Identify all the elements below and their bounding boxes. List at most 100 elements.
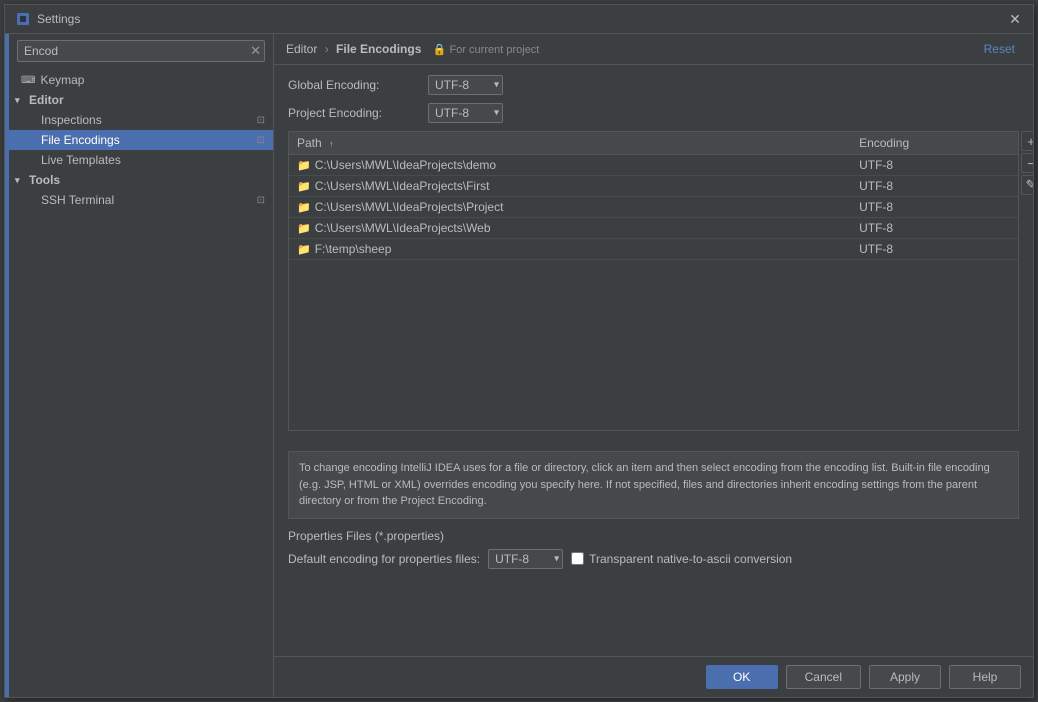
properties-title: Properties Files (*.properties) bbox=[288, 529, 1019, 543]
sidebar-category-tools[interactable]: ▾ Tools bbox=[9, 170, 273, 190]
col-path-label: Path bbox=[297, 136, 322, 150]
encoding-cell: UTF-8 bbox=[851, 197, 1018, 218]
keymap-label: Keymap bbox=[40, 73, 84, 87]
path-cell: 📁 C:\Users\MWL\IdeaProjects\First bbox=[289, 176, 851, 197]
col-encoding-label: Encoding bbox=[859, 136, 909, 150]
properties-section: Properties Files (*.properties) Default … bbox=[288, 529, 1019, 569]
folder-icon: 📁 bbox=[297, 201, 311, 214]
global-encoding-select-wrapper: UTF-8 bbox=[428, 75, 503, 95]
encoding-cell: UTF-8 bbox=[851, 155, 1018, 176]
edit-row-button[interactable]: ✎ bbox=[1021, 175, 1033, 195]
encodings-table: Path ↑ Encoding bbox=[289, 132, 1018, 260]
file-encodings-scope-icon: ⊡ bbox=[257, 135, 265, 146]
remove-row-button[interactable]: − bbox=[1021, 153, 1033, 173]
project-encoding-select-wrapper: UTF-8 bbox=[428, 103, 503, 123]
cancel-button[interactable]: Cancel bbox=[786, 665, 861, 689]
settings-icon bbox=[15, 11, 31, 27]
sidebar-category-editor[interactable]: ▾ Editor bbox=[9, 90, 273, 110]
apply-button[interactable]: Apply bbox=[869, 665, 941, 689]
breadcrumb-separator: › bbox=[325, 42, 329, 56]
ok-button[interactable]: OK bbox=[706, 665, 778, 689]
breadcrumb: Editor › File Encodings 🔒 For current pr… bbox=[286, 42, 539, 56]
encodings-table-container: Path ↑ Encoding bbox=[288, 131, 1019, 431]
path-value: C:\Users\MWL\IdeaProjects\First bbox=[315, 179, 490, 193]
inspections-scope-icon: ⊡ bbox=[257, 115, 265, 126]
encoding-cell: UTF-8 bbox=[851, 218, 1018, 239]
sort-arrow: ↑ bbox=[329, 139, 334, 149]
sidebar: ✕ ⌨ Keymap ▾ Editor Inspections ⊡ File E… bbox=[9, 34, 274, 697]
settings-dialog: Settings ✕ ✕ ⌨ Keymap ▾ Editor bbox=[4, 4, 1034, 698]
help-button[interactable]: Help bbox=[949, 665, 1021, 689]
live-templates-label: Live Templates bbox=[41, 153, 121, 167]
add-row-button[interactable]: + bbox=[1021, 131, 1033, 151]
dialog-body: ✕ ⌨ Keymap ▾ Editor Inspections ⊡ File E… bbox=[5, 34, 1033, 697]
path-value: C:\Users\MWL\IdeaProjects\Web bbox=[315, 221, 491, 235]
breadcrumb-current: File Encodings bbox=[336, 42, 421, 56]
info-box: To change encoding IntelliJ IDEA uses fo… bbox=[288, 451, 1019, 519]
path-value: C:\Users\MWL\IdeaProjects\demo bbox=[315, 158, 496, 172]
search-box: ✕ bbox=[17, 40, 265, 62]
info-text: To change encoding IntelliJ IDEA uses fo… bbox=[299, 462, 990, 507]
encoding-cell: UTF-8 bbox=[851, 176, 1018, 197]
table-row[interactable]: 📁 C:\Users\MWL\IdeaProjects\Project UTF-… bbox=[289, 197, 1018, 218]
reset-button[interactable]: Reset bbox=[978, 40, 1021, 58]
main-content: Editor › File Encodings 🔒 For current pr… bbox=[274, 34, 1033, 697]
search-clear-icon[interactable]: ✕ bbox=[250, 43, 261, 59]
col-encoding-header[interactable]: Encoding bbox=[851, 132, 1018, 155]
sidebar-item-ssh-terminal[interactable]: SSH Terminal ⊡ bbox=[9, 190, 273, 210]
default-encoding-label: Default encoding for properties files: bbox=[288, 552, 480, 566]
project-encoding-row: Project Encoding: UTF-8 bbox=[288, 103, 1019, 123]
bottom-bar: OK Cancel Apply Help bbox=[274, 656, 1033, 697]
col-path-header[interactable]: Path ↑ bbox=[289, 132, 851, 155]
transparent-checkbox-wrapper: Transparent native-to-ascii conversion bbox=[571, 552, 792, 566]
global-encoding-select[interactable]: UTF-8 bbox=[428, 75, 503, 95]
folder-icon: 📁 bbox=[297, 222, 311, 235]
breadcrumb-hint: 🔒 For current project bbox=[433, 44, 540, 56]
table-wrapper: Path ↑ Encoding bbox=[288, 131, 1019, 441]
transparent-checkbox[interactable] bbox=[571, 552, 584, 565]
path-cell: 📁 F:\temp\sheep bbox=[289, 239, 851, 260]
sidebar-item-live-templates[interactable]: Live Templates bbox=[9, 150, 273, 170]
sidebar-item-keymap[interactable]: ⌨ Keymap bbox=[9, 70, 273, 90]
close-button[interactable]: ✕ bbox=[1007, 11, 1023, 27]
file-encodings-label: File Encodings bbox=[41, 133, 120, 147]
breadcrumb-bar: Editor › File Encodings 🔒 For current pr… bbox=[274, 34, 1033, 65]
encoding-cell: UTF-8 bbox=[851, 239, 1018, 260]
ssh-scope-icon: ⊡ bbox=[257, 195, 265, 206]
global-encoding-label: Global Encoding: bbox=[288, 78, 428, 92]
path-value: C:\Users\MWL\IdeaProjects\Project bbox=[315, 200, 504, 214]
tools-label: Tools bbox=[29, 173, 60, 187]
title-bar: Settings ✕ bbox=[5, 5, 1033, 34]
title-bar-left: Settings bbox=[15, 11, 80, 27]
keymap-icon: ⌨ bbox=[21, 75, 35, 86]
folder-icon: 📁 bbox=[297, 180, 311, 193]
editor-arrow: ▾ bbox=[15, 95, 25, 106]
project-encoding-select[interactable]: UTF-8 bbox=[428, 103, 503, 123]
sidebar-item-inspections[interactable]: Inspections ⊡ bbox=[9, 110, 273, 130]
breadcrumb-parent: Editor bbox=[286, 42, 317, 56]
path-cell: 📁 C:\Users\MWL\IdeaProjects\Project bbox=[289, 197, 851, 218]
sidebar-item-file-encodings[interactable]: File Encodings ⊡ bbox=[9, 130, 273, 150]
project-encoding-label: Project Encoding: bbox=[288, 106, 428, 120]
folder-icon: 📁 bbox=[297, 243, 311, 256]
transparent-label: Transparent native-to-ascii conversion bbox=[589, 552, 792, 566]
table-row[interactable]: 📁 C:\Users\MWL\IdeaProjects\demo UTF-8 bbox=[289, 155, 1018, 176]
editor-label: Editor bbox=[29, 93, 64, 107]
default-encoding-select[interactable]: UTF-8 bbox=[488, 549, 563, 569]
ssh-terminal-label: SSH Terminal bbox=[41, 193, 114, 207]
table-row[interactable]: 📁 C:\Users\MWL\IdeaProjects\Web UTF-8 bbox=[289, 218, 1018, 239]
search-input[interactable] bbox=[17, 40, 265, 62]
inspections-label: Inspections bbox=[41, 113, 102, 127]
path-cell: 📁 C:\Users\MWL\IdeaProjects\demo bbox=[289, 155, 851, 176]
table-toolbar: + − ✎ bbox=[1021, 131, 1033, 195]
path-cell: 📁 C:\Users\MWL\IdeaProjects\Web bbox=[289, 218, 851, 239]
table-row[interactable]: 📁 C:\Users\MWL\IdeaProjects\First UTF-8 bbox=[289, 176, 1018, 197]
tools-arrow: ▾ bbox=[15, 175, 25, 186]
path-value: F:\temp\sheep bbox=[315, 242, 392, 256]
table-row[interactable]: 📁 F:\temp\sheep UTF-8 bbox=[289, 239, 1018, 260]
dialog-title: Settings bbox=[37, 12, 80, 26]
hint-icon: 🔒 bbox=[433, 44, 447, 56]
hint-text: For current project bbox=[450, 44, 540, 56]
folder-icon: 📁 bbox=[297, 159, 311, 172]
global-encoding-row: Global Encoding: UTF-8 bbox=[288, 75, 1019, 95]
